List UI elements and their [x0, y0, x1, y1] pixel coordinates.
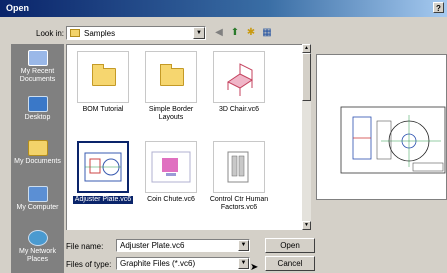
- file-name-combo[interactable]: Adjuster Plate.vc6 ▼: [116, 239, 250, 252]
- folder-icon: [70, 29, 80, 37]
- file-item[interactable]: Simple Border Layouts: [141, 51, 201, 122]
- file-thumbnail: [77, 141, 129, 193]
- places-bar: My Recent Documents Desktop My Documents…: [11, 44, 64, 273]
- scroll-up-icon[interactable]: ▲: [302, 44, 311, 53]
- look-in-value: Samples: [84, 29, 116, 38]
- my-computer-icon: [27, 186, 48, 202]
- file-name-value: Adjuster Plate.vc6: [120, 241, 185, 250]
- file-item[interactable]: BOM Tutorial: [73, 51, 133, 114]
- open-button[interactable]: Open: [265, 238, 315, 253]
- network-places-icon: [27, 230, 48, 246]
- my-documents-icon: [27, 140, 48, 156]
- file-thumbnail: [77, 51, 129, 103]
- file-label: 3D Chair.vc6: [218, 106, 260, 113]
- file-label: Control Ctr Human Factors.vc6: [209, 196, 269, 211]
- coin-chute-drawing-icon: [151, 151, 191, 183]
- place-label: My Recent Documents: [19, 68, 56, 83]
- file-item[interactable]: 3D Chair.vc6: [209, 51, 269, 114]
- dialog-title: Open: [6, 3, 30, 13]
- file-thumbnail: [213, 51, 265, 103]
- desktop-icon: [27, 96, 48, 112]
- new-folder-icon[interactable]: ✱: [244, 27, 258, 39]
- file-label: Coin Chute.vc6: [147, 196, 195, 203]
- title-bar: Open ?: [0, 0, 447, 17]
- file-thumbnail: [213, 141, 265, 193]
- place-label: My Network Places: [19, 248, 56, 263]
- file-item[interactable]: Control Ctr Human Factors.vc6: [209, 141, 269, 212]
- file-item[interactable]: Coin Chute.vc6: [141, 141, 201, 204]
- look-in-dropdown[interactable]: Samples ▼: [66, 26, 206, 40]
- place-recent-documents[interactable]: My Recent Documents: [11, 46, 64, 90]
- place-label: My Documents: [14, 158, 61, 165]
- views-menu-icon[interactable]: ▦: [259, 27, 275, 39]
- folder-icon: [160, 64, 184, 86]
- place-my-computer[interactable]: My Computer: [11, 182, 64, 226]
- preview-pane: [316, 54, 447, 200]
- file-type-label: Files of type:: [66, 260, 112, 269]
- place-label: My Computer: [16, 204, 59, 211]
- place-label: Desktop: [24, 114, 51, 121]
- recent-documents-icon: [27, 50, 48, 66]
- help-button[interactable]: ?: [433, 2, 444, 13]
- up-folder-icon[interactable]: ⬆: [228, 27, 242, 39]
- file-thumbnail: [145, 141, 197, 193]
- file-label: BOM Tutorial: [82, 106, 124, 113]
- file-item[interactable]: Adjuster Plate.vc6: [73, 141, 133, 204]
- place-network-places[interactable]: My Network Places: [11, 226, 64, 270]
- cancel-button[interactable]: Cancel: [265, 256, 315, 271]
- scroll-down-icon[interactable]: ▼: [302, 221, 311, 230]
- mouse-cursor-icon: ➤: [250, 262, 259, 273]
- chevron-down-icon[interactable]: ▼: [238, 258, 249, 269]
- chevron-down-icon[interactable]: ▼: [193, 27, 205, 39]
- scroll-thumb[interactable]: [302, 53, 311, 101]
- folder-icon: [92, 64, 116, 86]
- file-list-scrollbar[interactable]: ▲ ▼: [302, 44, 311, 230]
- plate-drawing-icon: [84, 152, 122, 182]
- drawing-preview-image: [340, 106, 446, 174]
- chevron-down-icon[interactable]: ▼: [238, 240, 249, 251]
- control-center-drawing-icon: [227, 151, 249, 183]
- place-desktop[interactable]: Desktop: [11, 92, 64, 136]
- file-list[interactable]: BOM Tutorial Simple Border Layouts 3D Ch…: [66, 44, 302, 230]
- file-label: Simple Border Layouts: [148, 106, 194, 121]
- look-in-label: Look in:: [36, 29, 65, 38]
- chair-drawing-icon: [227, 63, 253, 96]
- file-thumbnail: [145, 51, 197, 103]
- file-name-label: File name:: [66, 242, 104, 251]
- file-type-select[interactable]: Graphite Files (*.vc6) ▼: [116, 257, 250, 270]
- place-my-documents[interactable]: My Documents: [11, 136, 64, 180]
- file-type-value: Graphite Files (*.vc6): [120, 259, 196, 268]
- file-label: Adjuster Plate.vc6: [73, 196, 133, 204]
- back-icon[interactable]: ◀: [212, 27, 226, 39]
